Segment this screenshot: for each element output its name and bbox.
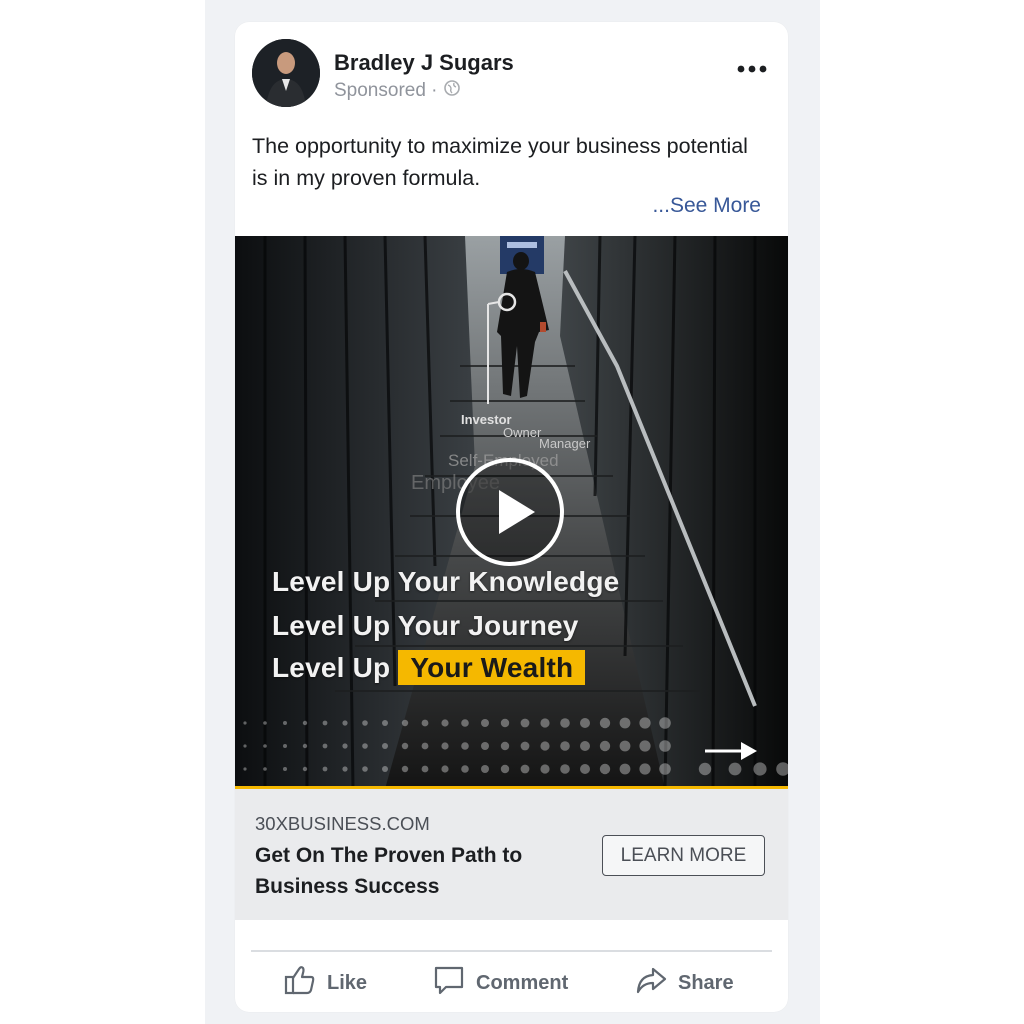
like-label: Like [327, 971, 368, 994]
sponsored-label[interactable]: Sponsored · [334, 80, 438, 102]
comment-icon [432, 963, 466, 1003]
like-button[interactable]: Like [283, 962, 367, 1004]
share-icon [634, 963, 668, 1003]
comment-button[interactable]: Comment [432, 962, 568, 1004]
sponsored-post-card: Bradley J Sugars Sponsored · The opportu… [235, 22, 788, 1012]
divider [251, 950, 772, 952]
globe-icon [443, 80, 460, 102]
post-text: The opportunity to maximize your busines… [252, 134, 748, 190]
post-meta: Sponsored · [334, 80, 460, 102]
ladder-label-manager: Manager [539, 436, 591, 451]
comment-label: Comment [476, 971, 569, 994]
play-icon[interactable] [455, 457, 565, 567]
link-title[interactable]: Get On The Proven Path to Business Succe… [255, 840, 585, 902]
video-media[interactable]: Investor Owner Manager Self-Employed Emp… [235, 236, 788, 789]
overlay-line-3: Level Up Your Wealth [272, 650, 586, 685]
more-options-icon[interactable] [732, 56, 772, 82]
arrow-right-icon [701, 736, 761, 771]
overlay-line-1: Level Up Your Knowledge [272, 566, 620, 597]
see-more-link[interactable]: ...See More [652, 194, 761, 218]
link-domain: 30XBUSINESS.COM [255, 813, 430, 834]
overlay-line-3-prefix: Level Up [272, 652, 391, 683]
link-preview[interactable]: 30XBUSINESS.COM Get On The Proven Path t… [235, 789, 788, 920]
thumbs-up-icon [283, 963, 317, 1003]
share-label: Share [678, 971, 734, 994]
share-button[interactable]: Share [634, 962, 734, 1004]
overlay-line-2: Level Up Your Journey [272, 610, 579, 641]
ladder-label-owner: Owner [503, 425, 542, 440]
learn-more-button[interactable]: LEARN MORE [602, 835, 765, 876]
action-bar: Like Comment Share [235, 962, 788, 1004]
avatar[interactable] [252, 39, 320, 107]
author-name[interactable]: Bradley J Sugars [334, 50, 514, 76]
overlay-highlight: Your Wealth [398, 650, 586, 685]
